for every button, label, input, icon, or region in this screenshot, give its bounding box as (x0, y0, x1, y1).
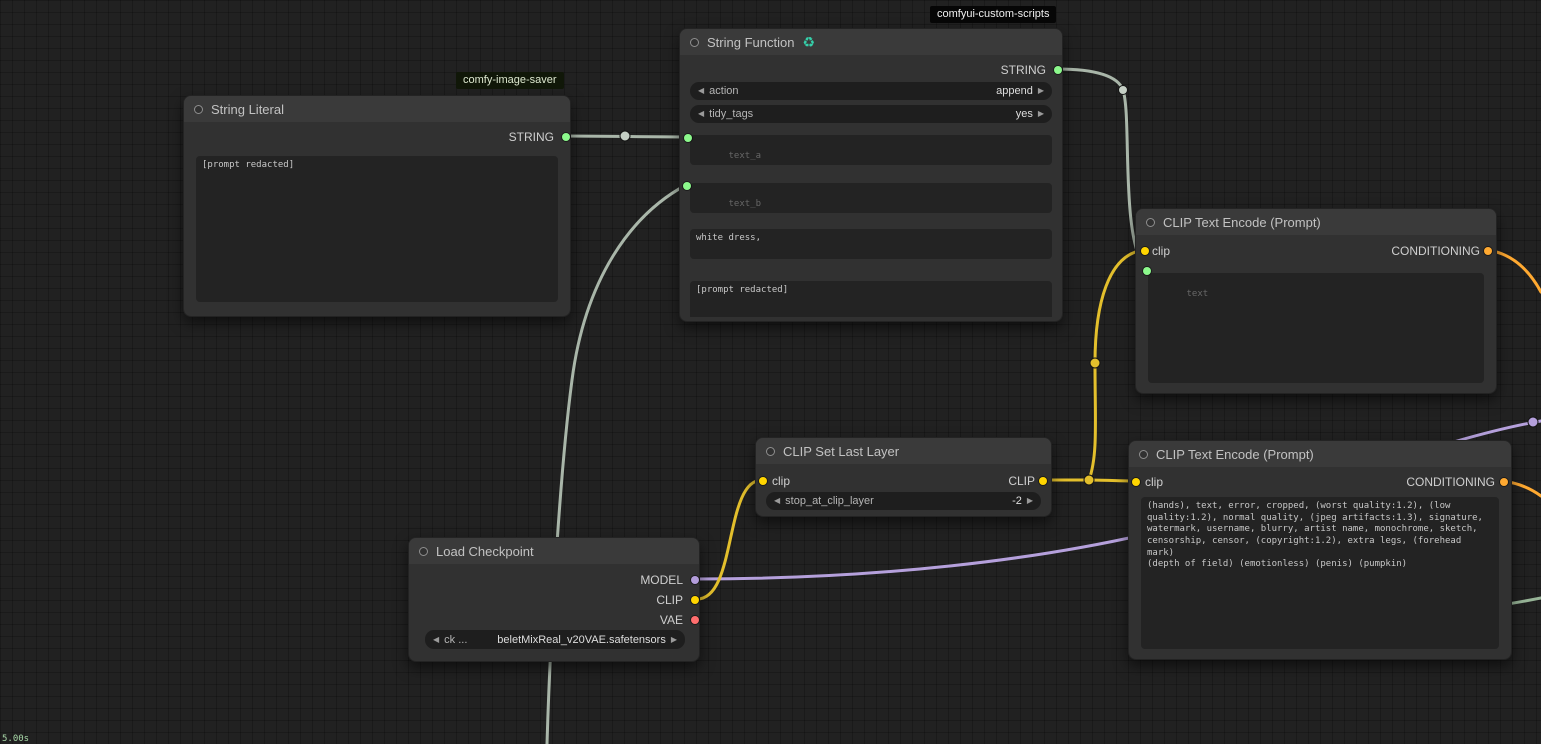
node-title: CLIP Text Encode (Prompt) (1156, 447, 1314, 462)
widget-left-arrow[interactable]: ◀ (698, 110, 704, 118)
recycle-icon: ♻ (802, 35, 815, 49)
slot-row: clip CONDITIONING (1145, 474, 1495, 490)
collapse-dot[interactable] (690, 38, 699, 47)
input-label-clip: clip (772, 473, 790, 489)
text-b-input-slot[interactable] (683, 182, 691, 190)
model-output-slot[interactable] (691, 576, 699, 584)
string-output-slot[interactable] (562, 133, 570, 141)
textarea-placeholder: text_b (729, 199, 762, 209)
clip-input-slot[interactable] (759, 477, 767, 485)
node-title: CLIP Text Encode (Prompt) (1163, 215, 1321, 230)
node-clip-text-encode-top[interactable]: CLIP Text Encode (Prompt) clip CONDITION… (1135, 208, 1497, 394)
widget-action[interactable]: ◀ action append ▶ (690, 82, 1052, 100)
node-title: String Function (707, 35, 794, 50)
node-string-literal[interactable]: String Literal STRING [prompt redacted] (183, 95, 571, 317)
node-clip-set-last-layer[interactable]: CLIP Set Last Layer clip CLIP ◀ stop_at_… (755, 437, 1052, 517)
text-c-textarea[interactable]: white dress, (690, 229, 1052, 259)
slot-row: clip CONDITIONING (1152, 243, 1480, 259)
node-title: String Literal (211, 102, 284, 117)
output-label-conditioning: CONDITIONING (1406, 474, 1495, 490)
reroute-dot-string-a[interactable] (620, 131, 630, 141)
render-time-text: 5.00s (2, 734, 29, 744)
clip-input-slot[interactable] (1141, 247, 1149, 255)
widget-right-arrow[interactable]: ▶ (1038, 87, 1044, 95)
collapse-dot[interactable] (1146, 218, 1155, 227)
prompt-textarea[interactable]: text (1148, 273, 1484, 383)
reroute-dot-string-out[interactable] (1119, 86, 1128, 95)
widget-name: ck ... (444, 634, 467, 646)
widget-name: action (709, 85, 738, 97)
widget-name: stop_at_clip_layer (785, 495, 874, 507)
node-header[interactable]: CLIP Set Last Layer (756, 438, 1051, 464)
clip-output-slot[interactable] (691, 596, 699, 604)
node-title: Load Checkpoint (436, 544, 534, 559)
text-a-textarea[interactable]: text_a (690, 135, 1052, 165)
output-label-clip: CLIP (656, 592, 683, 608)
node-header[interactable]: Load Checkpoint (409, 538, 699, 564)
collapse-dot[interactable] (194, 105, 203, 114)
node-load-checkpoint[interactable]: Load Checkpoint MODEL CLIP VAE ◀ ck ... … (408, 537, 700, 662)
node-header[interactable]: String Literal (184, 96, 570, 122)
conditioning-output-slot[interactable] (1500, 478, 1508, 486)
conditioning-output-slot[interactable] (1484, 247, 1492, 255)
wire-string-out (1057, 69, 1146, 270)
widget-value: -2 (1012, 495, 1022, 507)
input-label-clip: clip (1152, 243, 1170, 259)
wire-clip-1 (697, 480, 762, 599)
vae-output-slot[interactable] (691, 616, 699, 624)
reroute-dot-clip-2[interactable] (1090, 358, 1100, 368)
widget-value: beletMixReal_v20VAE.safetensors (497, 634, 666, 646)
widget-stop-at-clip-layer[interactable]: ◀ stop_at_clip_layer -2 ▶ (766, 492, 1041, 510)
input-label-clip: clip (1145, 474, 1163, 490)
clip-output-slot[interactable] (1039, 477, 1047, 485)
output-label-string: STRING (1001, 62, 1046, 78)
output-label-string: STRING (509, 129, 554, 145)
widget-right-arrow[interactable]: ▶ (1038, 110, 1044, 118)
node-header[interactable]: String Function ♻ (680, 29, 1062, 55)
output-label-vae: VAE (660, 612, 683, 628)
reroute-dot-model[interactable] (1528, 417, 1538, 427)
node-badge-comfy-image-saver: comfy-image-saver (456, 72, 564, 89)
collapse-dot[interactable] (1139, 450, 1148, 459)
node-clip-text-encode-bottom[interactable]: CLIP Text Encode (Prompt) clip CONDITION… (1128, 440, 1512, 660)
widget-left-arrow[interactable]: ◀ (698, 87, 704, 95)
text-b-textarea[interactable]: text_b (690, 183, 1052, 213)
output-label-model: MODEL (640, 572, 683, 588)
string-output-slot[interactable] (1054, 66, 1062, 74)
node-header[interactable]: CLIP Text Encode (Prompt) (1136, 209, 1496, 235)
node-header[interactable]: CLIP Text Encode (Prompt) (1129, 441, 1511, 467)
widget-right-arrow[interactable]: ▶ (1027, 497, 1033, 505)
slot-row: clip CLIP (772, 473, 1035, 489)
negative-prompt-textarea[interactable]: (hands), text, error, cropped, (worst qu… (1141, 497, 1499, 649)
collapse-dot[interactable] (766, 447, 775, 456)
output-label-conditioning: CONDITIONING (1391, 243, 1480, 259)
widget-right-arrow[interactable]: ▶ (671, 636, 677, 644)
string-literal-textarea[interactable]: [prompt redacted] (196, 156, 558, 302)
widget-value: yes (1016, 108, 1033, 120)
textarea-placeholder: text (1187, 289, 1209, 299)
clip-input-slot[interactable] (1132, 478, 1140, 486)
widget-ckpt-name[interactable]: ◀ ck ... beletMixReal_v20VAE.safetensors… (425, 630, 685, 649)
output-label-clip: CLIP (1008, 473, 1035, 489)
text-input-slot[interactable] (1143, 267, 1151, 275)
node-title: CLIP Set Last Layer (783, 444, 899, 459)
widget-left-arrow[interactable]: ◀ (433, 636, 439, 644)
widget-tidy-tags[interactable]: ◀ tidy_tags yes ▶ (690, 105, 1052, 123)
widget-value: append (996, 85, 1033, 97)
collapse-dot[interactable] (419, 547, 428, 556)
result-textarea[interactable]: [prompt redacted] (690, 281, 1052, 317)
node-badge-comfyui-custom-scripts: comfyui-custom-scripts (930, 6, 1056, 23)
node-string-function[interactable]: String Function ♻ STRING ◀ action append… (679, 28, 1063, 322)
widget-name: tidy_tags (709, 108, 753, 120)
reroute-dot-clip-1[interactable] (1084, 475, 1094, 485)
text-a-input-slot[interactable] (684, 134, 692, 142)
textarea-placeholder: text_a (729, 151, 762, 161)
node-graph-canvas[interactable]: comfy-image-saver comfyui-custom-scripts… (0, 0, 1541, 744)
widget-left-arrow[interactable]: ◀ (774, 497, 780, 505)
